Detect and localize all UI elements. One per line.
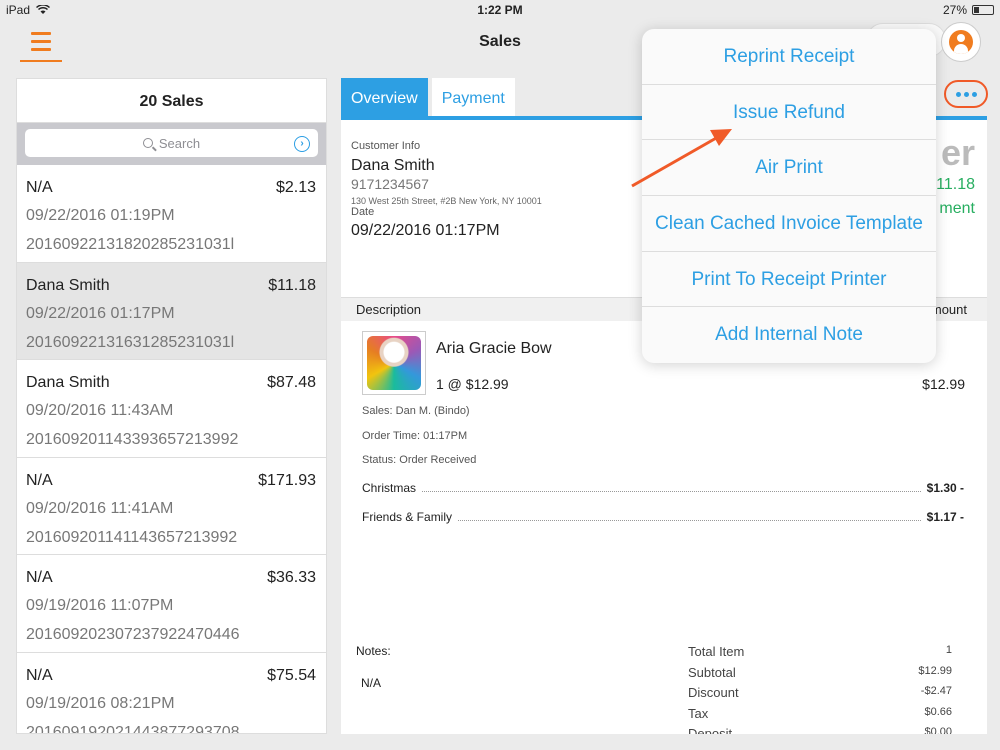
- sale-id: 201609192021443877293708: [26, 723, 240, 734]
- sale-list-item[interactable]: Dana Smith $87.48 09/20/2016 11:43AM 201…: [17, 360, 326, 458]
- summary-row: Discount -$2.47: [688, 685, 952, 700]
- item-quantity: 1 @ $12.99: [436, 376, 509, 392]
- product-thumbnail: [362, 331, 426, 395]
- sale-date: 09/22/2016 01:19PM: [26, 207, 175, 224]
- sale-name: N/A: [26, 569, 53, 586]
- battery-percent: 27%: [942, 3, 967, 17]
- sale-date: 09/22/2016 01:17PM: [351, 222, 500, 239]
- sale-id: 20160922131820285231031l: [26, 236, 235, 253]
- discount-value: $1.17 -: [926, 510, 964, 524]
- sales-count-title: 20 Sales: [17, 79, 326, 123]
- discount-name: Friends & Family: [362, 510, 453, 524]
- search-icon: [142, 138, 153, 148]
- summary-row: Subtotal $12.99: [688, 665, 952, 680]
- discount-name: Christmas: [362, 481, 417, 495]
- customer-phone: 9171234567: [351, 176, 429, 192]
- date-label: Date: [351, 206, 375, 218]
- sales-list-panel: 20 Sales Search › N/A $2.13 09/22/2016 0…: [16, 78, 327, 734]
- sale-date: 09/19/2016 08:21PM: [26, 694, 175, 712]
- sale-name: Dana Smith: [26, 374, 110, 391]
- search-bar: Search ›: [17, 123, 326, 165]
- sale-list-item[interactable]: N/A $75.54 09/19/2016 08:21PM 2016091920…: [17, 653, 326, 734]
- sale-date: 09/22/2016 01:17PM: [26, 304, 175, 322]
- customer-info: Customer Info Dana Smith 9171234567 130 …: [351, 140, 542, 240]
- item-name: Aria Gracie Bow: [436, 340, 552, 357]
- total-amount: 11.18: [936, 176, 975, 193]
- sale-list-item[interactable]: N/A $2.13 09/22/2016 01:19PM 20160922131…: [17, 165, 326, 263]
- item-price: $12.99: [922, 376, 965, 392]
- customer-address: 130 West 25th Street, #2B New York, NY 1…: [351, 196, 542, 206]
- sale-name: N/A: [26, 666, 53, 684]
- tab-payment[interactable]: Payment: [431, 78, 515, 116]
- menu-item-clean-cached-invoice-template[interactable]: Clean Cached Invoice Template: [642, 196, 936, 252]
- search-placeholder: Search: [158, 135, 201, 151]
- discount-value: $1.30 -: [926, 481, 964, 495]
- summary-value: $0.00: [924, 726, 952, 734]
- description-label: Description: [356, 302, 422, 317]
- sale-name: Dana Smith: [26, 276, 110, 294]
- sale-date: 09/20/2016 11:43AM: [26, 402, 174, 419]
- customer-name: Dana Smith: [351, 157, 435, 174]
- payment-status: ment: [939, 200, 975, 217]
- menu-item-add-internal-note[interactable]: Add Internal Note: [642, 307, 936, 363]
- actions-popover: Reprint Receipt Issue Refund Air Print C…: [642, 29, 936, 363]
- sale-id: 201609201143393657213992: [26, 431, 239, 448]
- sale-amount: $75.54: [267, 666, 316, 684]
- sales-person: Sales: Dan M. (Bindo): [362, 405, 470, 417]
- sale-date: 09/19/2016 11:07PM: [26, 597, 174, 614]
- menu-item-air-print[interactable]: Air Print: [642, 140, 936, 197]
- order-time: Order Time: 01:17PM: [362, 430, 468, 442]
- summary-value: -$2.47: [920, 685, 952, 697]
- notes-value: N/A: [361, 676, 382, 690]
- tab-overview[interactable]: Overview: [341, 78, 428, 116]
- sale-id: 201609201141143657213992: [26, 528, 238, 546]
- status-bar: iPad 1:22 PM 27%: [0, 0, 1000, 20]
- sale-name: N/A: [26, 471, 53, 489]
- sale-list-item[interactable]: N/A $36.33 09/19/2016 11:07PM 2016092023…: [17, 555, 326, 653]
- sale-id: 20160922131631285231031l: [26, 333, 235, 351]
- sale-date: 09/20/2016 11:41AM: [26, 499, 174, 517]
- menu-item-print-to-receipt-printer[interactable]: Print To Receipt Printer: [642, 252, 936, 308]
- sale-name: N/A: [26, 179, 53, 196]
- summary-label: Discount: [688, 685, 739, 700]
- sale-amount: $36.33: [267, 569, 316, 586]
- search-go-icon[interactable]: ›: [294, 136, 310, 152]
- summary-row: Total Item 1: [688, 644, 952, 659]
- summary-value: $12.99: [918, 665, 952, 677]
- notes-label: Notes:: [356, 644, 391, 658]
- sale-amount: $2.13: [275, 179, 316, 196]
- user-avatar-icon[interactable]: [941, 22, 981, 62]
- summary-value: $0.66: [924, 706, 952, 718]
- summary-row: Deposit $0.00: [688, 726, 952, 734]
- menu-item-reprint-receipt[interactable]: Reprint Receipt: [642, 29, 936, 85]
- search-input[interactable]: Search: [25, 129, 318, 157]
- summary-label: Deposit: [688, 726, 733, 734]
- menu-item-issue-refund[interactable]: Issue Refund: [642, 85, 936, 141]
- more-options-icon[interactable]: [944, 80, 988, 108]
- sale-list-item-selected[interactable]: Dana Smith $11.18 09/22/2016 01:17PM 201…: [17, 262, 326, 360]
- amount-label: mount: [930, 302, 967, 317]
- sale-amount: $11.18: [268, 276, 316, 294]
- discount-row: Christmas $1.30 -: [362, 481, 964, 495]
- clock: 1:22 PM: [477, 3, 523, 17]
- summary-label: Tax: [688, 706, 709, 721]
- order-status: Status: Order Received: [362, 454, 477, 466]
- sale-list-item[interactable]: N/A $171.93 09/20/2016 11:41AM 201609201…: [17, 458, 326, 555]
- summary-row: Tax $0.66: [688, 706, 952, 721]
- battery-icon: [972, 5, 994, 15]
- summary-label: Subtotal: [688, 665, 736, 680]
- sale-amount: $171.93: [258, 471, 316, 489]
- order-heading-partial: er: [940, 132, 975, 173]
- discount-row: Friends & Family $1.17 -: [362, 510, 964, 524]
- summary-value: 1: [945, 644, 952, 656]
- summary-label: Total Item: [688, 644, 745, 659]
- customer-info-label: Customer Info: [351, 140, 421, 152]
- sale-id: 201609202307237922470446: [26, 626, 240, 643]
- sale-amount: $87.48: [267, 374, 316, 391]
